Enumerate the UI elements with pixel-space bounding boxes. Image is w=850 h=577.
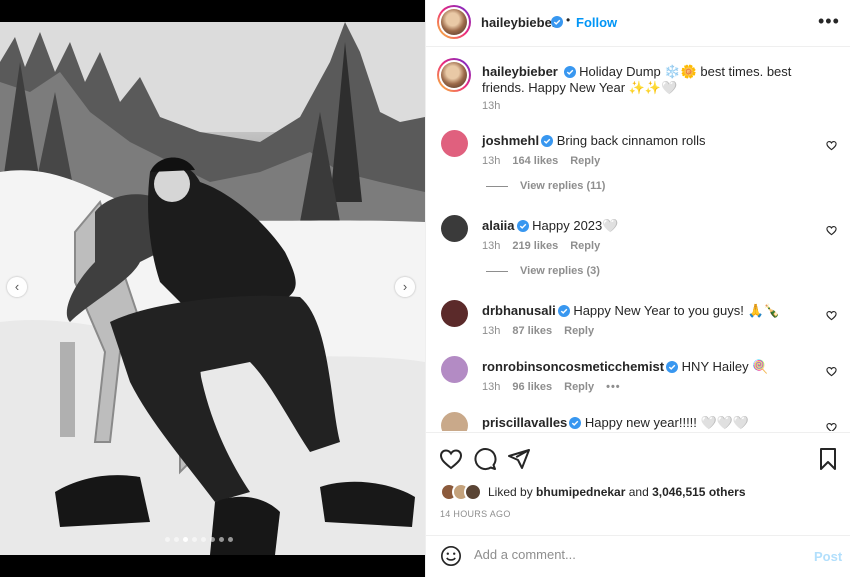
comment-likes[interactable]: 96 likes [512, 381, 552, 393]
comment-input[interactable] [474, 547, 794, 562]
carousel-dot [165, 537, 170, 542]
verified-icon [551, 16, 563, 28]
bookmark-icon[interactable] [816, 447, 840, 471]
reply-button[interactable]: Reply [570, 240, 600, 252]
post-media-pane: ‹ › [0, 0, 425, 577]
comment-meta: 13h 96 likes Reply ••• [482, 381, 633, 393]
caption-username[interactable]: haileybieber [482, 64, 558, 79]
carousel-dot [219, 537, 224, 542]
commenter-avatar[interactable] [441, 412, 468, 431]
comment-body: Bring back cinnamon rolls [556, 133, 706, 148]
liker-username[interactable]: bhumipednekar [536, 485, 625, 499]
heart-icon[interactable] [439, 447, 463, 471]
chevron-left-icon: ‹ [14, 279, 20, 294]
post-header: haileybieber • Follow ••• [426, 0, 850, 47]
comment-text: alaiia Happy 2023🤍 [482, 218, 618, 234]
add-comment-bar: Post [426, 535, 850, 577]
post-timestamp: 14 HOURS AGO [440, 509, 511, 519]
comment-time: 13h [482, 381, 501, 393]
comment-likes[interactable]: 164 likes [512, 155, 558, 167]
verified-icon [569, 417, 582, 429]
photo-illustration [0, 22, 425, 555]
likes-text: Liked by bhumipednekar and 3,046,515 oth… [488, 485, 746, 499]
comment-text: ronrobinsoncosmeticchemist HNY Hailey 🍭 [482, 359, 768, 375]
commenter-avatar[interactable] [441, 300, 468, 327]
commenter-username[interactable]: joshmehl [482, 133, 539, 148]
comment-body: Happy 2023🤍 [532, 218, 619, 233]
share-icon[interactable] [507, 447, 531, 471]
follow-button[interactable]: Follow [576, 15, 617, 30]
action-bar [426, 432, 850, 482]
comment-text: priscillavalles Happy new year!!!!! 🤍🤍🤍 [482, 415, 749, 431]
comment-body: Happy new year!!!!! 🤍🤍🤍 [584, 415, 750, 430]
comment-meta: 13h 219 likes Reply [482, 240, 612, 252]
verified-icon [666, 361, 679, 373]
comment-meta: 13h 87 likes Reply [482, 325, 606, 337]
likes-summary[interactable]: Liked by bhumipednekar and 3,046,515 oth… [440, 481, 746, 503]
comment-likes[interactable]: 219 likes [512, 240, 558, 252]
comment-text: drbhanusali Happy New Year to you guys! … [482, 303, 780, 319]
comment-more-icon[interactable]: ••• [606, 381, 621, 393]
comment-like-heart-icon[interactable] [826, 366, 837, 377]
emoji-icon[interactable] [440, 545, 462, 567]
author-avatar[interactable] [437, 5, 471, 39]
commenter-username[interactable]: priscillavalles [482, 415, 567, 430]
comment-icon[interactable] [473, 447, 497, 471]
caption-text: haileybieber Holiday Dump ❄️🌼 best times… [482, 64, 837, 96]
carousel-dot [174, 537, 179, 542]
carousel-indicator [165, 537, 233, 542]
view-replies-button[interactable]: View replies (11) [486, 180, 605, 192]
header-separator: • [566, 13, 571, 27]
verified-icon [541, 135, 554, 147]
comment-body: Happy New Year to you guys! 🙏🍾 [573, 303, 780, 318]
commenter-username[interactable]: alaiia [482, 218, 515, 233]
comments-list[interactable]: haileybieber Holiday Dump ❄️🌼 best times… [426, 48, 850, 431]
post-photo[interactable] [0, 22, 425, 555]
carousel-dot [201, 537, 206, 542]
post-side-panel: haileybieber • Follow ••• haileybieber H… [425, 0, 850, 577]
caption-avatar[interactable] [437, 58, 471, 92]
commenter-avatar[interactable] [441, 356, 468, 383]
carousel-dot [210, 537, 215, 542]
commenter-avatar[interactable] [441, 215, 468, 242]
chevron-right-icon: › [402, 279, 408, 294]
more-options-icon[interactable]: ••• [818, 11, 840, 32]
commenter-avatar[interactable] [441, 130, 468, 157]
reply-button[interactable]: Reply [564, 325, 594, 337]
comment-body: HNY Hailey 🍭 [681, 359, 769, 374]
caption-time: 13h [482, 100, 501, 112]
verified-icon [516, 220, 529, 232]
comment-likes[interactable]: 87 likes [512, 325, 552, 337]
comment-time: 13h [482, 325, 501, 337]
comment-time: 13h [482, 155, 501, 167]
likes-count[interactable]: 3,046,515 others [652, 485, 745, 499]
previous-slide-button[interactable]: ‹ [7, 277, 27, 297]
carousel-dot [183, 537, 188, 542]
comment-like-heart-icon[interactable] [826, 310, 837, 321]
verified-icon [563, 66, 576, 78]
commenter-username[interactable]: ronrobinsoncosmeticchemist [482, 359, 664, 374]
carousel-dot [228, 537, 233, 542]
reply-button[interactable]: Reply [570, 155, 600, 167]
next-slide-button[interactable]: › [395, 277, 415, 297]
comment-text: joshmehl Bring back cinnamon rolls [482, 133, 706, 149]
carousel-dot [192, 537, 197, 542]
liker-avatars [440, 483, 484, 501]
comment-like-heart-icon[interactable] [826, 225, 837, 236]
author-username[interactable]: haileybieber [481, 15, 557, 30]
comment-meta: 13h 164 likes Reply [482, 155, 612, 167]
comment-like-heart-icon[interactable] [826, 422, 837, 431]
post-comment-button[interactable]: Post [814, 549, 842, 564]
verified-icon [557, 305, 570, 317]
comment-time: 13h [482, 240, 501, 252]
commenter-username[interactable]: drbhanusali [482, 303, 556, 318]
comment-like-heart-icon[interactable] [826, 140, 837, 151]
reply-button[interactable]: Reply [564, 381, 594, 393]
view-replies-button[interactable]: View replies (3) [486, 265, 600, 277]
